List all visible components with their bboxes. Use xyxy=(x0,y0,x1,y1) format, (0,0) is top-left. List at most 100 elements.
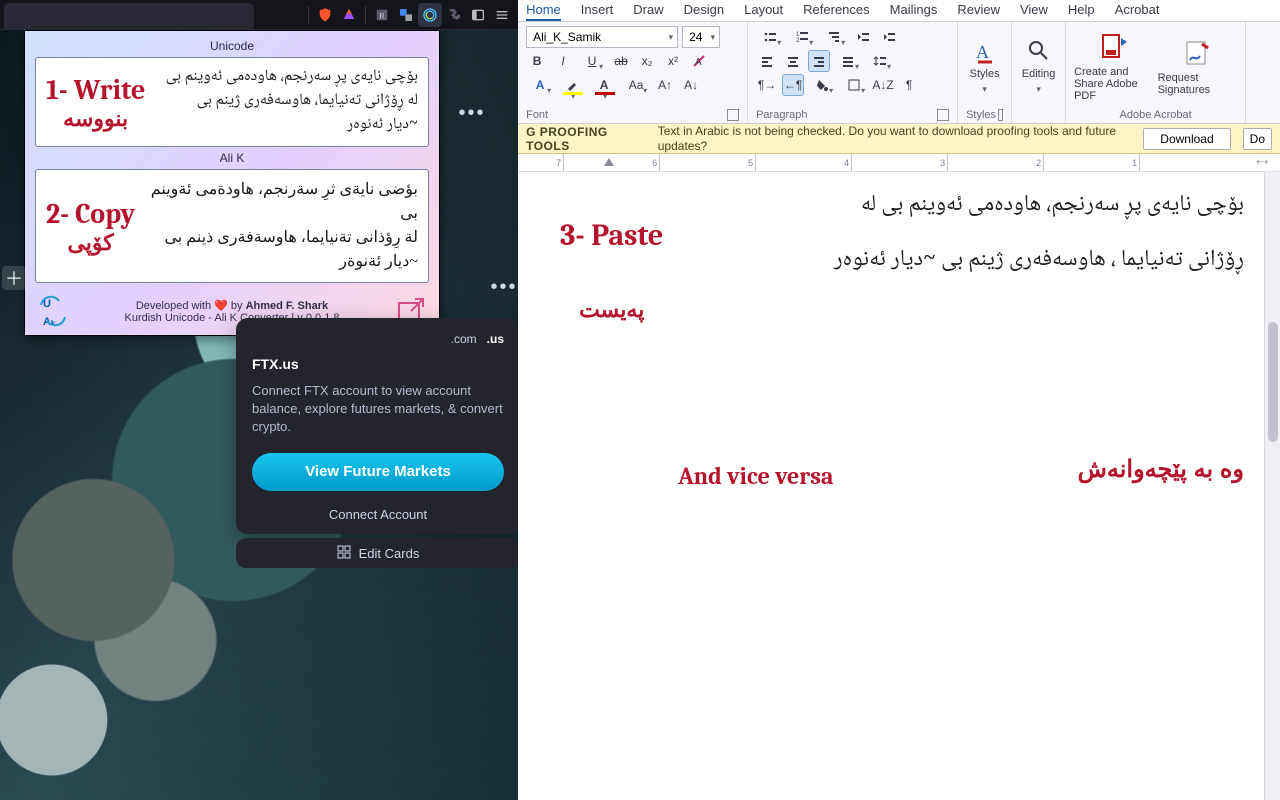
rtl-direction-button[interactable]: ←¶ xyxy=(782,74,804,96)
extensions-puzzle-icon[interactable] xyxy=(442,3,466,27)
download-button[interactable]: Download xyxy=(1143,128,1230,150)
card-more-icon-2[interactable]: ••• xyxy=(486,276,518,300)
brave-rewards-icon[interactable] xyxy=(337,3,361,27)
group-paragraph-label: Paragraph xyxy=(756,109,807,121)
ltr-direction-button[interactable]: ¶→ xyxy=(756,74,778,96)
tab-references[interactable]: References xyxy=(803,0,869,21)
create-share-pdf-button[interactable]: Create and Share Adobe PDF xyxy=(1074,26,1154,107)
hamburger-menu-icon[interactable] xyxy=(490,3,514,27)
shading-button[interactable] xyxy=(808,74,836,96)
step1-badge: 1- Write بنووسه xyxy=(46,74,145,130)
ribbon: Ali_K_Samik ▾ 24 ▾ B I U ab x₂ x² xyxy=(518,22,1280,124)
align-left-button[interactable] xyxy=(756,50,778,72)
increase-indent-button[interactable] xyxy=(878,26,900,48)
reader-mode-icon[interactable]: R xyxy=(370,3,394,27)
tld-com[interactable]: .com xyxy=(451,332,477,346)
sidebar-icon[interactable] xyxy=(466,3,490,27)
sort-button[interactable]: A↓Z xyxy=(872,74,894,96)
multilevel-list-button[interactable] xyxy=(820,26,848,48)
translate-icon[interactable] xyxy=(394,3,418,27)
bold-button[interactable]: B xyxy=(526,50,548,72)
tab-home[interactable]: Home xyxy=(526,0,561,21)
tld-us[interactable]: .us xyxy=(487,332,504,346)
font-size-field[interactable]: 24 ▾ xyxy=(682,26,720,48)
ftx-tld-toggle[interactable]: .com .us xyxy=(252,332,504,346)
numbering-button[interactable]: 12 xyxy=(788,26,816,48)
tab-design[interactable]: Design xyxy=(684,0,724,21)
text-effects-button[interactable]: A xyxy=(526,74,554,96)
unicode-text-field[interactable]: 1- Write بنووسه بۆچی نایەی پڕ سەرنجم، ها… xyxy=(35,57,429,147)
chevron-down-icon[interactable]: ▾ xyxy=(669,32,674,43)
editing-button[interactable]: Editing ▾ xyxy=(1013,36,1065,97)
styles-button[interactable]: A Styles ▾ xyxy=(959,36,1011,97)
chevron-down-icon[interactable]: ▾ xyxy=(711,32,716,43)
svg-text:A: A xyxy=(695,57,702,68)
font-dialog-launcher[interactable] xyxy=(727,109,739,121)
italic-button[interactable]: I xyxy=(552,50,574,72)
document-body-text[interactable]: بۆچی نایەی پڕ سەرنجم، هاودەمی ئەوینم بی … xyxy=(814,178,1244,288)
kurdish-converter-extension-icon[interactable] xyxy=(418,3,442,27)
alik-text-field[interactable]: 2- Copy کۆپی بؤضى نايةى ثرِ سةرنجم، هاود… xyxy=(35,169,429,283)
ftx-title: FTX.us xyxy=(252,356,504,372)
tab-help[interactable]: Help xyxy=(1068,0,1095,21)
font-name-field[interactable]: Ali_K_Samik ▾ xyxy=(526,26,678,48)
align-center-button[interactable] xyxy=(782,50,804,72)
add-site-tile[interactable]: ＋ xyxy=(2,266,26,290)
decrease-indent-button[interactable] xyxy=(852,26,874,48)
step3-badge: 3- Paste پەیست xyxy=(560,182,663,326)
horizontal-ruler[interactable]: 7 6 5 4 3 2 1 ⤢ xyxy=(518,154,1280,172)
justify-button[interactable] xyxy=(834,50,862,72)
styles-dialog-launcher[interactable] xyxy=(998,109,1003,121)
ruler-tick: 7 xyxy=(556,154,564,172)
bullets-button[interactable] xyxy=(756,26,784,48)
proofing-tools-bar: G PROOFING TOOLS Text in Arabic is not b… xyxy=(518,124,1280,154)
document-area[interactable]: 3- Paste پەیست بۆچی نایەی پڕ سەرنجم، هاو… xyxy=(518,172,1280,800)
tab-review[interactable]: Review xyxy=(957,0,1000,21)
highlight-button[interactable] xyxy=(558,74,586,96)
converter-extension-popup: Unicode 1- Write بنووسه بۆچی نایەی پڕ سە… xyxy=(24,30,440,336)
card-more-icon[interactable]: ••• xyxy=(454,102,490,126)
superscript-button[interactable]: x² xyxy=(662,50,684,72)
tab-acrobat[interactable]: Acrobat xyxy=(1115,0,1160,21)
font-color-button[interactable]: A xyxy=(590,74,618,96)
browser-tab[interactable] xyxy=(4,3,254,29)
ftx-description: Connect FTX account to view account bala… xyxy=(252,382,504,437)
edit-cards-button[interactable]: Edit Cards xyxy=(236,538,518,568)
shrink-font-button[interactable]: A↓ xyxy=(680,74,702,96)
ruler-tick: 6 xyxy=(652,154,660,172)
do-button[interactable]: Do xyxy=(1243,128,1272,150)
tab-view[interactable]: View xyxy=(1020,0,1048,21)
subscript-button[interactable]: x₂ xyxy=(636,50,658,72)
group-font: Ali_K_Samik ▾ 24 ▾ B I U ab x₂ x² xyxy=(518,22,748,123)
request-signatures-button[interactable]: Request Signatures xyxy=(1158,26,1238,107)
separator xyxy=(365,6,366,24)
ruler-tick: 3 xyxy=(940,154,948,172)
grid-icon xyxy=(337,545,351,562)
underline-button[interactable]: U xyxy=(578,50,606,72)
vertical-scrollbar[interactable] xyxy=(1264,172,1280,800)
tab-mailings[interactable]: Mailings xyxy=(890,0,938,21)
right-margin-marker[interactable]: ⤢ xyxy=(1254,155,1269,170)
group-styles: A Styles ▾ Styles xyxy=(958,22,1012,123)
connect-account-link[interactable]: Connect Account xyxy=(252,501,504,522)
ruler-tick: 2 xyxy=(1036,154,1044,172)
indent-marker[interactable] xyxy=(604,158,614,166)
strikethrough-button[interactable]: ab xyxy=(610,50,632,72)
grow-font-button[interactable]: A↑ xyxy=(654,74,676,96)
clear-formatting-button[interactable]: A xyxy=(688,50,710,72)
ftx-card: .com .us FTX.us Connect FTX account to v… xyxy=(236,318,518,534)
swap-convert-icon[interactable]: UAₖ xyxy=(35,293,71,329)
chevron-down-icon: ▾ xyxy=(1036,84,1041,95)
show-marks-button[interactable]: ¶ xyxy=(898,74,920,96)
tab-draw[interactable]: Draw xyxy=(633,0,663,21)
borders-button[interactable] xyxy=(840,74,868,96)
view-future-markets-button[interactable]: View Future Markets xyxy=(252,453,504,491)
paragraph-dialog-launcher[interactable] xyxy=(937,109,949,121)
line-spacing-button[interactable] xyxy=(866,50,894,72)
word-window: Home Insert Draw Design Layout Reference… xyxy=(518,0,1280,800)
align-right-button[interactable] xyxy=(808,50,830,72)
brave-shield-icon[interactable] xyxy=(313,3,337,27)
tab-layout[interactable]: Layout xyxy=(744,0,783,21)
change-case-button[interactable]: Aa xyxy=(622,74,650,96)
tab-insert[interactable]: Insert xyxy=(581,0,614,21)
